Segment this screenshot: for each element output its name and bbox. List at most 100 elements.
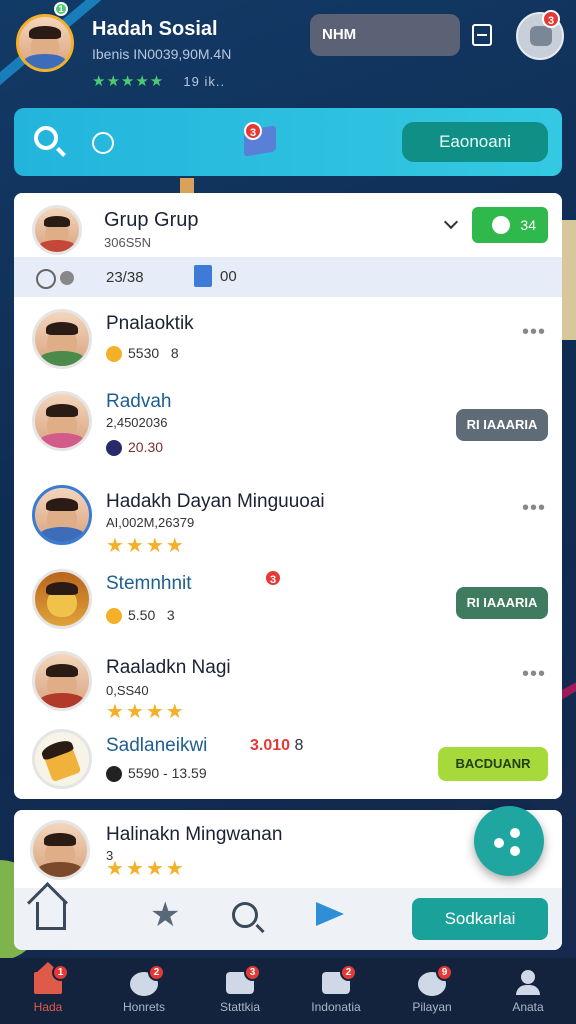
tab-label: Pilayan xyxy=(412,1000,452,1014)
medal-icon xyxy=(106,440,122,457)
star-icon[interactable]: ★ xyxy=(150,898,180,932)
featured-avatar xyxy=(30,820,90,880)
bottom-tab-bar: 1 Hada 2 Honrets 3 Stattkia 2 Indonatia … xyxy=(0,958,576,1024)
search-bar: Eaonoani xyxy=(14,108,562,176)
robot-icon xyxy=(530,26,552,46)
member-badge: 3 xyxy=(264,569,282,587)
member-avatar xyxy=(32,729,92,789)
filter-icon[interactable] xyxy=(92,132,114,154)
tab-home[interactable]: 1 Hada xyxy=(0,958,96,1024)
profile-rating: ★★★★★ 19 ik.. xyxy=(92,72,225,90)
member-action-button[interactable]: RI IAAARIA xyxy=(456,587,548,619)
tab-label: Honrets xyxy=(122,1000,166,1014)
tab-stats[interactable]: 3 Stattkia xyxy=(192,958,288,1024)
primary-action-button[interactable]: Sodkarlai xyxy=(412,898,548,940)
rating-stars: ★★★★★ xyxy=(92,73,165,90)
group-list-card: Grup Grup 306S5N 34 23/38 00 Pnalaoktik … xyxy=(14,193,562,799)
rings-icon xyxy=(36,269,56,289)
more-icon[interactable]: ••• xyxy=(522,321,546,344)
share-icon xyxy=(494,828,524,856)
featured-name: Halinakn Mingwanan xyxy=(106,824,283,845)
profile-name: Hadah Sosial xyxy=(92,18,218,40)
list-item[interactable]: Raaladkn Nagi 0,SS40 ★★★★ ••• xyxy=(14,645,562,725)
group-header[interactable]: Grup Grup 306S5N 34 xyxy=(14,193,562,257)
tab-account[interactable]: Anata xyxy=(480,958,576,1024)
tab-players[interactable]: 9 Pilayan xyxy=(384,958,480,1024)
coin-icon xyxy=(106,608,122,625)
search-action-button[interactable]: Eaonoani xyxy=(402,122,548,162)
member-avatar xyxy=(32,391,92,451)
list-item[interactable]: Radvah 2,4502036 20.30 RI IAAARIA xyxy=(14,383,562,469)
member-name: Radvah xyxy=(106,391,172,412)
list-item[interactable]: Pnalaoktik 5530 8 ••• xyxy=(14,301,562,381)
more-icon[interactable]: ••• xyxy=(522,663,546,686)
group-subtitle: 306S5N xyxy=(104,235,151,250)
tab-badge: 9 xyxy=(436,964,453,981)
member-avatar xyxy=(32,569,92,629)
list-item[interactable]: Sadlaneikwi 3.010 8 5590 - 13.59 BACDUAN… xyxy=(14,725,562,795)
member-meta: 5.50 3 xyxy=(106,607,175,625)
list-item[interactable]: Hadakh Dayan Minguuoai AI,002M,26379 ★★★… xyxy=(14,479,562,559)
tab-badge: 1 xyxy=(52,964,69,981)
flower-icon xyxy=(106,766,122,783)
notification-badge: 3 xyxy=(542,10,560,28)
search-icon[interactable] xyxy=(34,126,58,150)
profile-subtitle: Ibenis IN0039,90M.4N xyxy=(92,46,232,62)
member-name: Pnalaoktik xyxy=(106,313,194,334)
home-icon[interactable] xyxy=(36,902,66,930)
group-info-bar: 23/38 00 xyxy=(14,257,562,297)
tab-indonatia[interactable]: 2 Indonatia xyxy=(288,958,384,1024)
more-icon[interactable]: ••• xyxy=(522,497,546,520)
tab-badge: 2 xyxy=(340,964,357,981)
tab-label: Indonatia xyxy=(311,1000,361,1014)
members-count: 23/38 xyxy=(106,269,144,286)
toggle-label: 34 xyxy=(520,217,536,233)
member-name: Sadlaneikwi xyxy=(106,735,208,756)
featured-rating: ★★★★ xyxy=(106,858,186,880)
rating-count: 19 ik.. xyxy=(183,74,226,89)
profile-header: 1 Hadah Sosial Ibenis IN0039,90M.4N ★★★★… xyxy=(0,0,576,100)
member-amount: 3.010 8 xyxy=(250,737,304,754)
member-action-button[interactable]: RI IAAARIA xyxy=(456,409,548,441)
floating-action-button[interactable] xyxy=(474,806,544,876)
search-icon[interactable] xyxy=(232,902,258,928)
member-avatar xyxy=(32,651,92,711)
profile-avatar[interactable] xyxy=(16,14,74,72)
tab-badge: 3 xyxy=(244,964,261,981)
document-icon[interactable] xyxy=(472,24,492,46)
member-meta: 0,SS40 xyxy=(106,683,149,698)
tab-label: Anata xyxy=(512,1000,544,1014)
book-icon xyxy=(194,265,212,287)
member-name: Stemnhnit xyxy=(106,573,192,594)
likes-count: 00 xyxy=(220,268,237,285)
send-icon[interactable] xyxy=(316,902,344,926)
tab-label: Stattkia xyxy=(219,1000,261,1014)
member-meta: 5530 8 xyxy=(106,345,179,363)
coin-icon xyxy=(106,346,122,363)
member-action-button[interactable]: BACDUANR xyxy=(438,747,548,781)
member-meta: 5590 - 13.59 xyxy=(106,765,207,783)
status-pill[interactable]: NHM xyxy=(310,14,460,56)
list-item[interactable]: Stemnhnit 3 5.50 3 RI IAAARIA xyxy=(14,563,562,643)
member-name: Hadakh Dayan Minguuoai xyxy=(106,491,325,512)
member-meta: AI,002M,26379 xyxy=(106,515,195,530)
toggle-knob xyxy=(492,216,510,234)
dot-icon xyxy=(60,271,74,285)
tab-messages[interactable]: 2 Honrets xyxy=(96,958,192,1024)
action-bar: ★ Sodkarlai xyxy=(14,888,562,950)
online-badge: 1 xyxy=(54,2,68,16)
tab-label: Hada xyxy=(33,1000,63,1014)
member-avatar xyxy=(32,309,92,369)
box-badge: 3 xyxy=(244,122,262,140)
group-avatar xyxy=(32,205,82,255)
member-avatar xyxy=(32,485,92,545)
user-icon xyxy=(514,970,542,995)
member-score: 20.30 xyxy=(106,439,163,457)
group-title: Grup Grup xyxy=(104,209,199,231)
member-rating: ★★★★ xyxy=(106,535,186,557)
chevron-down-icon[interactable] xyxy=(443,214,459,230)
member-name: Raaladkn Nagi xyxy=(106,657,231,678)
member-rating: ★★★★ xyxy=(106,701,186,723)
member-meta: 2,4502036 xyxy=(106,415,168,430)
group-toggle[interactable]: 34 xyxy=(472,207,548,243)
